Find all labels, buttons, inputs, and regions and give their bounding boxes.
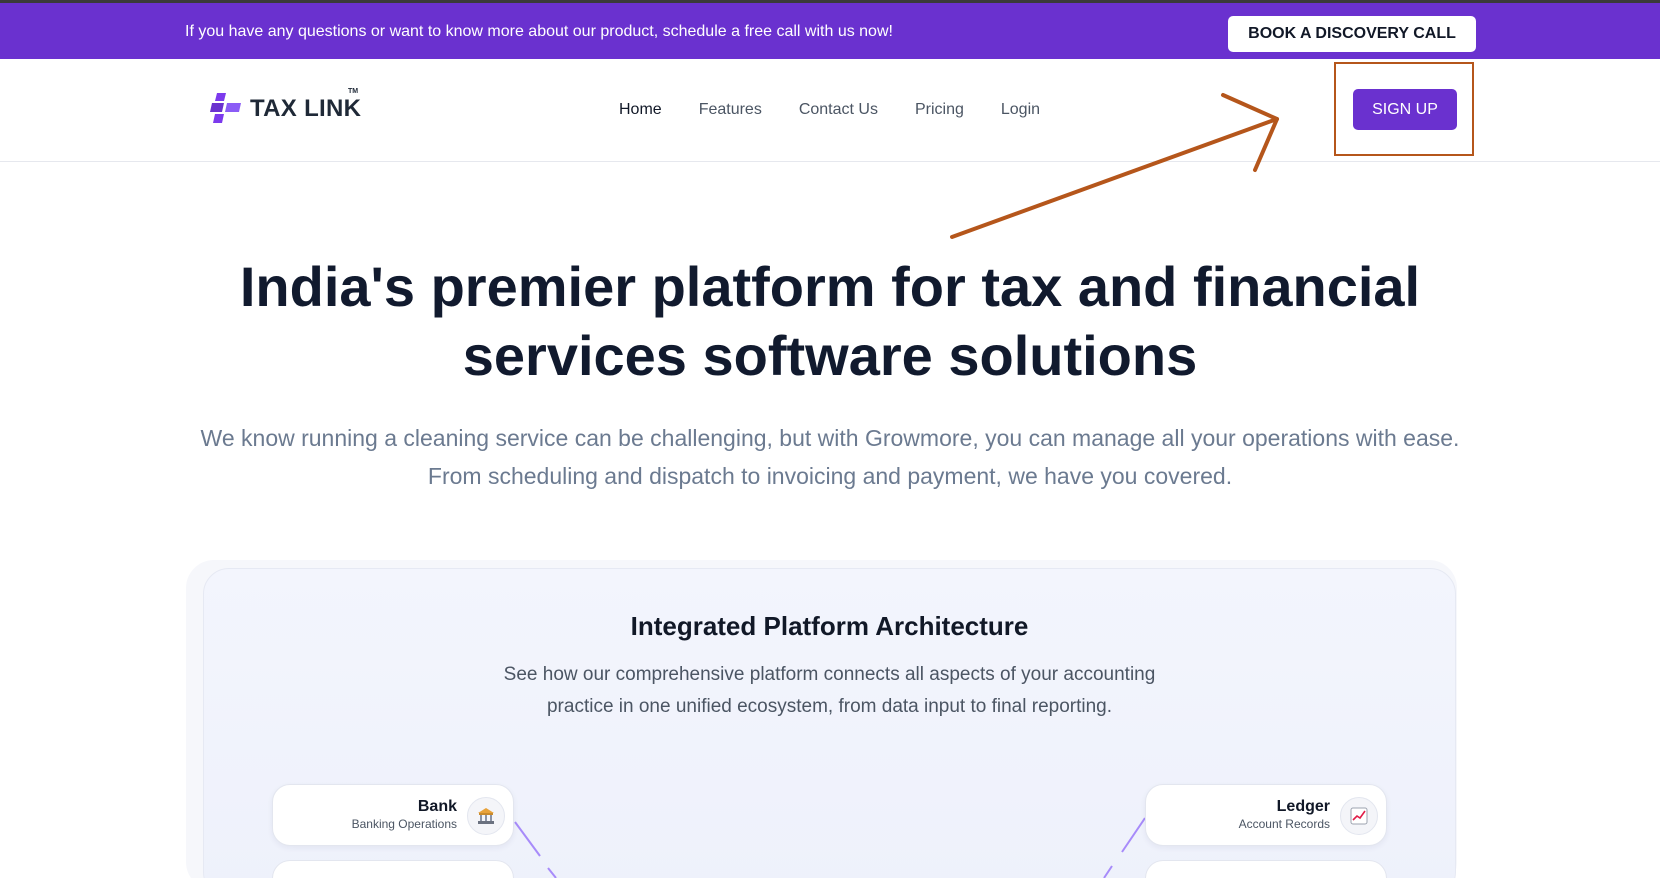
tax-link-logo-icon [210,93,241,123]
node-bank[interactable]: Bank Banking Operations [272,784,514,846]
trademark-mark: TM [348,88,359,95]
announcement-text: If you have any questions or want to kno… [185,23,893,40]
nav-link-login[interactable]: Login [1001,101,1040,119]
node-bank-name: Bank [417,798,457,815]
tax-link-logo[interactable]: TAX LINK TM [209,88,362,126]
annotation-highlight-box [1334,62,1474,156]
chart-icon [1340,797,1378,835]
hero-subtitle: We know running a cleaning service can b… [130,419,1530,495]
bank-icon [467,797,505,835]
architecture-title: Integrated Platform Architecture [630,611,1029,641]
architecture-subtitle-line-2: practice in one unified ecosystem, from … [546,696,1113,717]
hero-subtitle-line-1: We know running a cleaning service can b… [200,425,1460,451]
node-ledger-desc: Account Records [1238,817,1330,831]
hero-title: India's premier platform for tax and fin… [130,252,1530,390]
nav-links: Home Features Contact Us Pricing Login [619,101,1077,119]
hero-title-line-1: India's premier platform for tax and fin… [239,255,1421,318]
node-bank-desc: Banking Operations [351,817,457,831]
node-partial-right [1145,860,1387,878]
hero-subtitle-line-2: From scheduling and dispatch to invoicin… [427,463,1233,489]
nav-link-features[interactable]: Features [699,101,762,119]
node-ledger[interactable]: Ledger Account Records [1145,784,1387,846]
architecture-subtitle: See how our comprehensive platform conne… [204,659,1455,723]
announcement-bar: If you have any questions or want to kno… [0,0,1660,59]
nav-link-home[interactable]: Home [619,101,662,119]
logo-wordmark: TAX LINK [250,95,362,122]
node-ledger-name: Ledger [1276,798,1330,815]
architecture-subtitle-line-1: See how our comprehensive platform conne… [503,664,1156,685]
nav-link-contact-us[interactable]: Contact Us [799,101,878,119]
hero-title-line-2: services software solutions [462,324,1198,387]
nav-link-pricing[interactable]: Pricing [915,101,964,119]
node-partial-left [272,860,514,878]
book-discovery-call-button[interactable]: BOOK A DISCOVERY CALL [1228,16,1476,52]
